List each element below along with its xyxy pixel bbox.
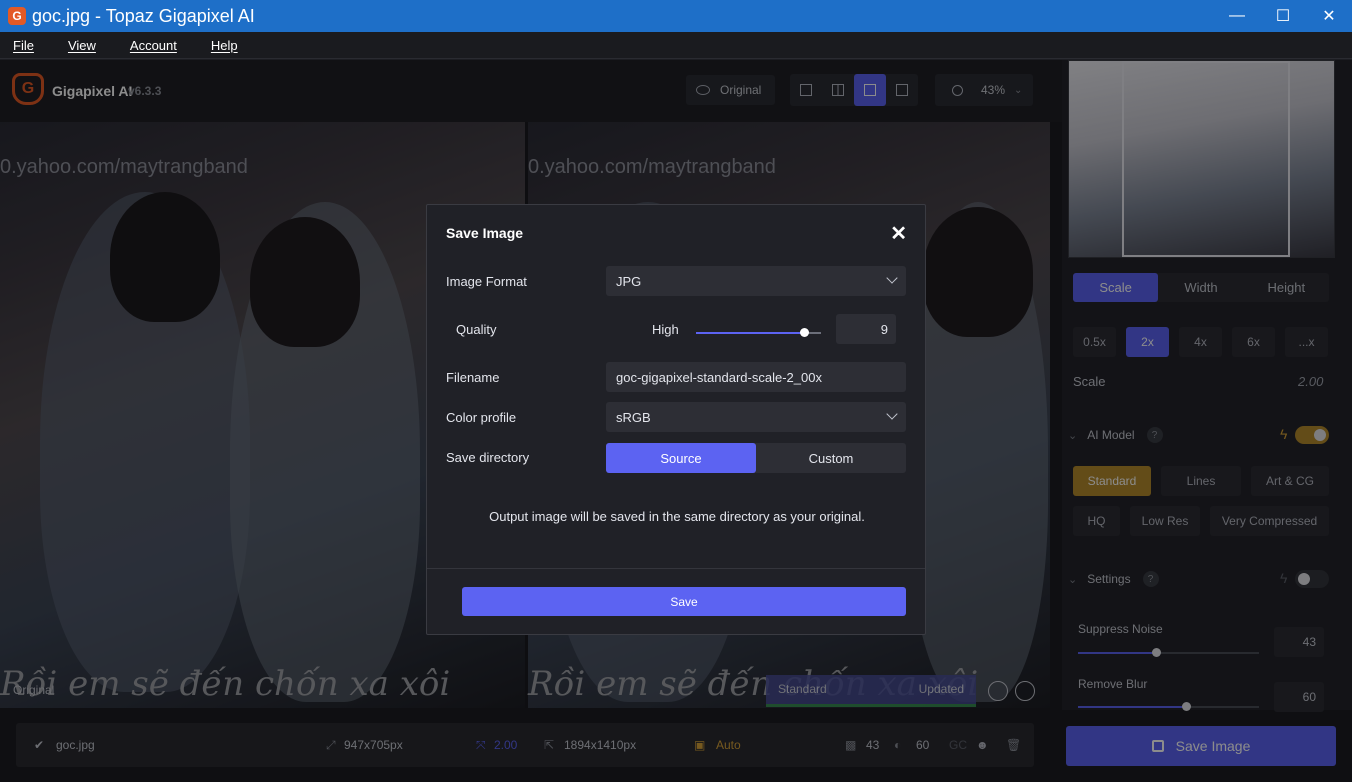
save-directory-toggle: Source Custom <box>606 443 906 473</box>
filename-label: Filename <box>446 370 500 385</box>
window-titlebar: G goc.jpg - Topaz Gigapixel AI — ☐ ✕ <box>0 0 1352 32</box>
close-icon[interactable]: ✕ <box>890 221 907 246</box>
filename-input[interactable]: goc-gigapixel-standard-scale-2_00x <box>606 362 906 392</box>
menu-view[interactable]: View <box>68 38 96 53</box>
chevron-down-icon <box>886 272 898 284</box>
menu-help[interactable]: Help <box>211 38 238 53</box>
dialog-save-button[interactable]: Save <box>462 587 906 616</box>
menu-file[interactable]: File <box>13 38 34 53</box>
minimize-button[interactable]: — <box>1214 0 1260 32</box>
quality-level: High <box>652 322 679 337</box>
menu-bar: File View Account Help <box>0 32 1352 59</box>
app-icon: G <box>8 7 26 25</box>
color-profile-label: Color profile <box>446 410 517 425</box>
color-profile-value: sRGB <box>616 409 651 425</box>
menu-account[interactable]: Account <box>130 38 177 53</box>
color-profile-select[interactable]: sRGB <box>606 402 906 432</box>
save-directory-label: Save directory <box>446 450 530 465</box>
directory-note: Output image will be saved in the same d… <box>489 509 865 524</box>
maximize-button[interactable]: ☐ <box>1260 0 1306 32</box>
quality-input[interactable]: 9 <box>836 314 896 344</box>
directory-custom-button[interactable]: Custom <box>756 443 906 473</box>
quality-label: Quality <box>456 322 497 337</box>
window-title: goc.jpg - Topaz Gigapixel AI <box>32 5 255 26</box>
save-image-dialog: Save Image ✕ Image Format JPG Quality Hi… <box>426 204 926 635</box>
directory-source-button[interactable]: Source <box>606 443 756 473</box>
image-format-label: Image Format <box>446 274 527 289</box>
chevron-down-icon <box>886 408 898 420</box>
quality-slider[interactable] <box>696 328 821 337</box>
dialog-divider <box>427 568 925 569</box>
quality-slider-knob[interactable] <box>800 328 809 337</box>
image-format-select[interactable]: JPG <box>606 266 906 296</box>
close-window-button[interactable]: ✕ <box>1306 0 1352 32</box>
image-format-value: JPG <box>616 273 642 289</box>
dialog-title: Save Image <box>446 225 524 241</box>
